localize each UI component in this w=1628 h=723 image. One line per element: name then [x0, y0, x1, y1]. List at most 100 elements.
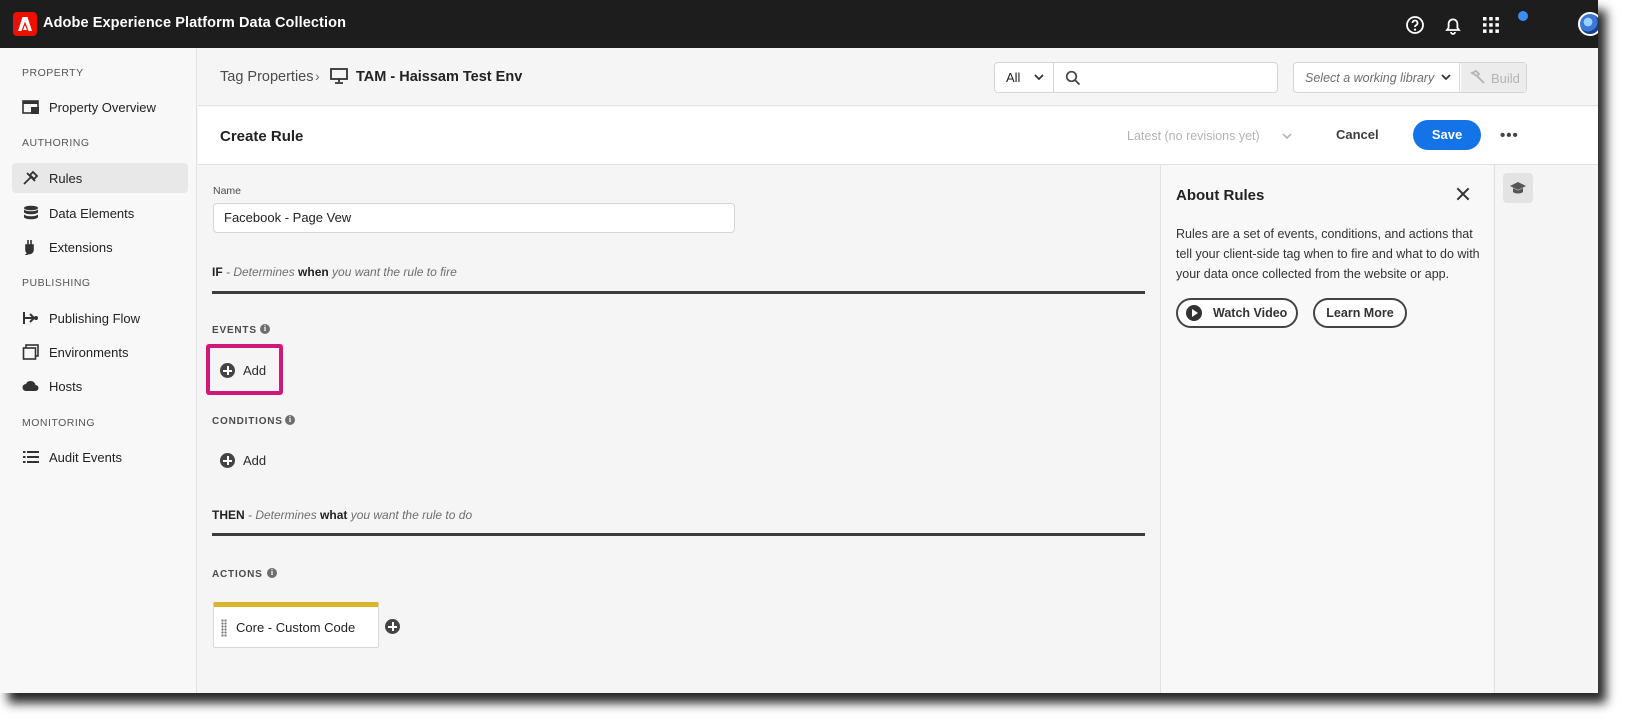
shell-bar: Adobe Experience Platform Data Collectio… [0, 0, 1598, 48]
page-title: Create Rule [220, 128, 304, 145]
sidebar-item-extensions[interactable]: Extensions [12, 232, 188, 262]
if-text-prefix: - Determines [222, 265, 299, 279]
apps-grid-icon[interactable] [1480, 14, 1502, 36]
build-button[interactable]: Build [1461, 63, 1526, 92]
search-box: All [994, 62, 1278, 93]
name-field-label: Name [213, 185, 242, 197]
sidebar-item-label: Publishing Flow [49, 311, 141, 326]
rule-editor-header: Create Rule Latest (no revisions yet) Ca… [198, 107, 1598, 165]
if-section-heading: IF - Determines when you want the rule t… [212, 265, 457, 279]
drag-handle-icon[interactable] [221, 619, 227, 637]
monitor-icon [330, 68, 348, 84]
sidebar-section-publishing: PUBLISHING [22, 277, 91, 289]
then-what: what [320, 508, 348, 522]
rule-form: Name Facebook - Page Vew IF - Determines… [198, 165, 1160, 693]
data-elements-icon [24, 205, 38, 220]
about-rules-description: Rules are a set of events, conditions, a… [1176, 227, 1480, 281]
then-text-suffix: you want the rule to do [347, 508, 473, 522]
sidebar-item-label: Data Elements [49, 206, 135, 221]
sidebar: PROPERTY Property Overview AUTHORING Rul… [0, 48, 197, 693]
extensions-icon [25, 240, 34, 255]
events-info-icon[interactable]: i [260, 324, 270, 334]
rule-name-input[interactable]: Facebook - Page Vew [213, 203, 735, 233]
sidebar-item-label: Audit Events [49, 450, 122, 465]
sidebar-item-rules[interactable]: Rules [12, 163, 188, 193]
breadcrumb-separator: › [315, 68, 320, 84]
add-action-button[interactable] [385, 619, 400, 634]
working-library-picker: Select a working library Build [1293, 62, 1527, 93]
actions-info-icon[interactable]: i [267, 568, 277, 578]
working-library-dropdown[interactable]: Select a working library [1294, 63, 1460, 92]
rules-icon [23, 170, 39, 185]
search-input[interactable] [1087, 66, 1272, 89]
add-circle-icon [220, 453, 235, 468]
conditions-info-icon[interactable]: i [285, 415, 295, 425]
if-divider [212, 291, 1145, 294]
then-divider [212, 533, 1145, 536]
about-rules-title: About Rules [1176, 187, 1265, 204]
chevron-down-icon [1282, 133, 1292, 140]
watch-video-button[interactable]: Watch Video [1176, 298, 1298, 328]
sidebar-section-monitoring: MONITORING [22, 417, 96, 429]
help-icon[interactable] [1404, 14, 1426, 36]
sidebar-section-authoring: AUTHORING [22, 137, 90, 149]
save-button[interactable]: Save [1413, 120, 1481, 150]
watch-video-label: Watch Video [1213, 306, 1288, 320]
then-keyword: THEN [212, 508, 245, 522]
sidebar-item-audit-events[interactable]: Audit Events [12, 442, 188, 472]
hosts-icon [22, 380, 39, 391]
sidebar-item-environments[interactable]: Environments [12, 337, 188, 367]
about-rules-panel: About Rules Rules are a set of events, c… [1160, 165, 1493, 693]
actions-label: ACTIONS [212, 569, 263, 580]
sidebar-item-publishing-flow[interactable]: Publishing Flow [12, 303, 188, 333]
graduation-cap-icon [1510, 182, 1526, 194]
audit-events-icon [23, 451, 39, 463]
if-text-suffix: you want the rule to fire [328, 265, 457, 279]
then-section-heading: THEN - Determines what you want the rule… [212, 508, 472, 522]
app-window: Adobe Experience Platform Data Collectio… [0, 0, 1598, 693]
bell-icon[interactable] [1442, 14, 1464, 36]
chevron-down-icon [1034, 74, 1044, 81]
action-card-core-custom-code[interactable]: Core - Custom Code [213, 602, 379, 648]
right-rail [1494, 165, 1598, 693]
publishing-flow-icon [23, 312, 38, 324]
if-when: when [298, 265, 329, 279]
property-header: Tag Properties › TAM - Haissam Test Env … [198, 48, 1598, 106]
action-card-label: Core - Custom Code [236, 620, 356, 635]
breadcrumb-tag-properties[interactable]: Tag Properties [220, 69, 314, 85]
environments-icon [22, 344, 39, 360]
adobe-logo-icon[interactable] [13, 12, 37, 36]
search-scope-value: All [1006, 70, 1021, 85]
sidebar-item-hosts[interactable]: Hosts [12, 371, 188, 401]
more-actions-icon[interactable]: ••• [1500, 127, 1519, 144]
sidebar-item-data-elements[interactable]: Data Elements [12, 198, 188, 228]
add-condition-label: Add [243, 453, 267, 468]
notification-badge [1518, 11, 1528, 21]
sidebar-item-label: Extensions [49, 240, 113, 255]
conditions-label: CONDITIONS [212, 416, 283, 427]
revision-dropdown[interactable]: Latest (no revisions yet) [1127, 129, 1260, 143]
build-button-label: Build [1491, 71, 1520, 86]
hammer-icon [1470, 70, 1485, 84]
highlight-box [206, 344, 283, 395]
working-library-placeholder: Select a working library [1305, 71, 1435, 85]
sidebar-section-property: PROPERTY [22, 67, 84, 79]
learn-more-button[interactable]: Learn More [1313, 298, 1407, 328]
sidebar-item-label: Rules [49, 171, 83, 186]
search-scope-dropdown[interactable]: All [995, 63, 1054, 92]
property-overview-icon [22, 100, 39, 114]
learn-panel-toggle-button[interactable] [1503, 173, 1533, 203]
play-icon [1186, 305, 1202, 321]
if-keyword: IF [212, 265, 223, 279]
sidebar-item-property-overview[interactable]: Property Overview [12, 92, 188, 122]
sidebar-item-label: Environments [49, 345, 129, 360]
sidebar-item-label: Property Overview [49, 100, 156, 115]
chevron-down-icon [1441, 74, 1451, 81]
breadcrumb-current-property: TAM - Haissam Test Env [356, 69, 523, 85]
avatar[interactable] [1578, 12, 1598, 36]
then-text-prefix: - Determines [244, 508, 321, 522]
close-icon[interactable] [1455, 186, 1471, 202]
sidebar-item-label: Hosts [49, 379, 83, 394]
events-label: EVENTS [212, 325, 257, 336]
cancel-button[interactable]: Cancel [1336, 127, 1379, 142]
